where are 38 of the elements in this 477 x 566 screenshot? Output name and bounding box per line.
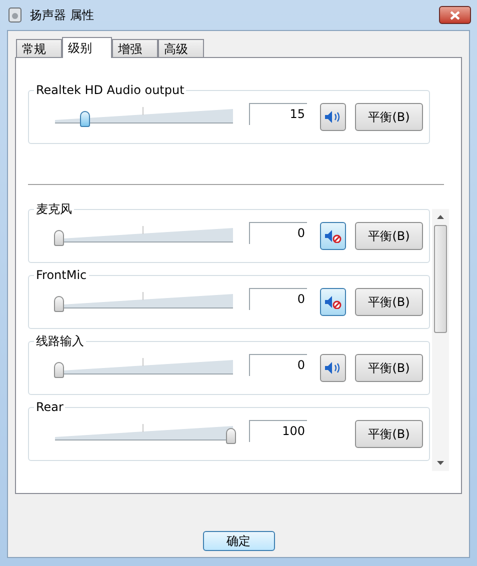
speaker-icon: [324, 361, 342, 375]
slider-thumb[interactable]: [226, 428, 236, 444]
speaker-properties-icon: [8, 7, 22, 23]
window-title: 扬声器 属性: [30, 7, 94, 24]
close-icon: [450, 10, 460, 20]
speaker-icon: [324, 110, 342, 124]
channel-name: 麦克风: [34, 201, 74, 217]
volume-value-field[interactable]: 0: [249, 288, 307, 310]
tab[interactable]: 增强: [112, 39, 158, 57]
volume-value-field[interactable]: 100: [249, 420, 307, 442]
ok-button[interactable]: 确定: [202, 531, 274, 551]
muted-speaker-button[interactable]: [320, 222, 346, 250]
scrollbar[interactable]: [432, 209, 449, 471]
speaker-button[interactable]: [320, 354, 346, 382]
slider-thumb[interactable]: [54, 230, 64, 246]
muted-speaker-button[interactable]: [320, 288, 346, 316]
tab[interactable]: 常规: [16, 39, 62, 57]
slider-thumb[interactable]: [54, 362, 64, 378]
volume-value-field[interactable]: 0: [249, 222, 307, 244]
tab[interactable]: 级别: [62, 37, 112, 58]
close-button[interactable]: [439, 6, 471, 24]
scroll-up-icon: [437, 215, 444, 219]
balance-button[interactable]: 平衡(B): [355, 354, 423, 382]
channel-name: Realtek HD Audio output: [34, 82, 186, 98]
muted-speaker-icon: [324, 229, 342, 243]
slider-thumb[interactable]: [54, 296, 64, 312]
channel-name: 线路输入: [34, 333, 86, 349]
balance-button[interactable]: 平衡(B): [355, 420, 423, 448]
balance-button[interactable]: 平衡(B): [355, 222, 423, 250]
balance-button[interactable]: 平衡(B): [355, 288, 423, 316]
balance-button[interactable]: 平衡(B): [355, 103, 423, 131]
scroll-down-icon: [437, 461, 444, 465]
volume-value-field[interactable]: 15: [249, 103, 307, 125]
volume-value-field[interactable]: 0: [249, 354, 307, 376]
muted-speaker-icon: [324, 295, 342, 309]
slider-thumb[interactable]: [80, 111, 90, 127]
speaker-button[interactable]: [320, 103, 346, 131]
tab[interactable]: 高级: [158, 39, 204, 57]
